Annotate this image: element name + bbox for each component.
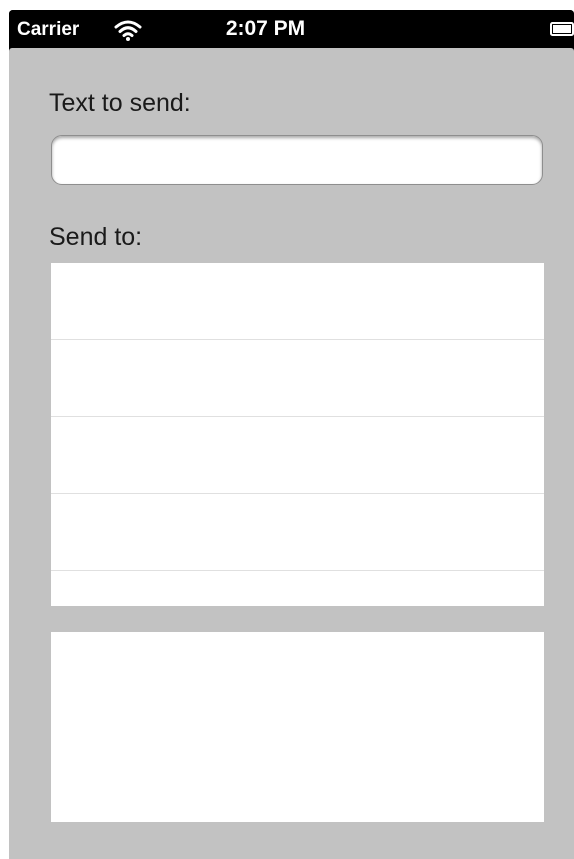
recipients-table[interactable] [51,263,544,606]
text-to-send-label: Text to send: [49,89,191,117]
recipient-row[interactable] [51,263,544,340]
recipient-row[interactable] [51,571,544,606]
recipient-row[interactable] [51,494,544,571]
app-screen: Text to send: Send to: [9,48,574,859]
recipient-row[interactable] [51,417,544,494]
text-to-send-input[interactable] [51,135,543,185]
send-to-label: Send to: [49,223,143,251]
battery-icon [550,22,574,36]
device-frame: Carrier 2:07 PM Text to send: Send to: [9,10,574,859]
recipient-row[interactable] [51,340,544,417]
output-panel [51,632,544,822]
status-bar: Carrier 2:07 PM [9,10,574,48]
status-time: 2:07 PM [225,17,306,40]
